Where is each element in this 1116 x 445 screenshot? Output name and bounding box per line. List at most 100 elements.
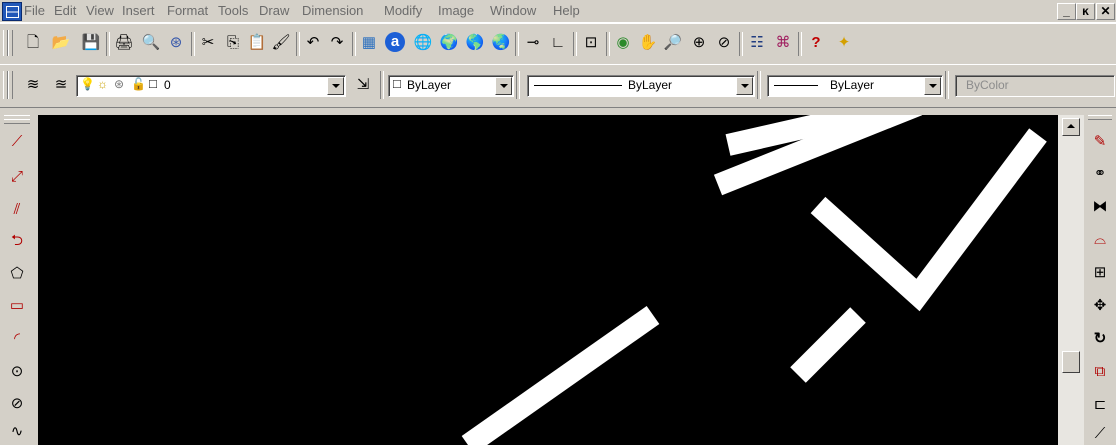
copy-icon[interactable]: ⎘ [222,32,244,54]
menu-draw[interactable]: Draw [259,3,289,19]
redo-icon[interactable]: ↷ [326,32,348,54]
layer-viewport-freeze-icon[interactable]: ⊛ [114,77,124,91]
lineweight-control-value: ByLayer [830,78,875,92]
layer-thaw-sun-icon[interactable]: ☼ [97,77,108,91]
arc-icon[interactable]: ◜ [7,329,27,349]
lineweight-control-dropdown[interactable]: ByLayer [767,75,943,97]
layer-on-bulb-icon[interactable]: 💡 [80,77,95,91]
wizard-icon[interactable]: ✦ [833,32,855,54]
new-file-icon[interactable]: 🗋 [22,32,44,54]
spline-icon[interactable]: ∿ [7,422,27,442]
scale-icon[interactable]: ⧉ [1090,362,1110,382]
zoom-previous-icon[interactable]: ⊘ [713,32,735,54]
undo-icon[interactable]: ↶ [302,32,324,54]
web-browse-icon[interactable]: 🌍 [438,32,460,54]
app-icon[interactable] [2,2,22,21]
toolbar-grip[interactable] [8,30,13,56]
lineweight-dropdown-arrow[interactable] [924,77,941,95]
print-preview-icon[interactable]: 🔍 [140,32,162,54]
polyline-icon[interactable]: ⮌ [7,231,27,251]
minimize-button[interactable]: _ [1057,3,1076,20]
menu-edit[interactable]: Edit [54,3,76,19]
help-icon[interactable]: ? [805,32,827,54]
color-dropdown-arrow[interactable] [495,77,512,95]
menu-window[interactable]: Window [490,3,536,19]
properties-toolbar: ≋ ≊ 💡 ☼ ⊛ 🔓 □ 0 ⇲ □ ByLayer ByLayer ByLa… [0,64,1116,108]
toolbar-separator [739,32,743,56]
toolbar-grip[interactable] [4,119,30,124]
menu-image[interactable]: Image [438,3,474,19]
layer-properties-icon[interactable]: ≋ [22,74,44,96]
rectangle-icon[interactable]: ▭ [7,296,27,316]
autodesk-point-a-icon[interactable]: a [385,32,405,52]
zoom-window-icon[interactable]: ⊕ [688,32,710,54]
restore-button[interactable]: ĸ [1076,3,1095,20]
rotate-icon[interactable]: ↻ [1090,329,1110,349]
line-icon[interactable]: ⟋ [7,132,27,152]
cut-icon[interactable]: ✂ [197,32,219,54]
lineweight-sample [774,85,818,86]
vertical-scrollbar[interactable] [1058,115,1084,445]
menu-insert[interactable]: Insert [122,3,155,19]
linetype-dropdown-arrow[interactable] [736,77,753,95]
3d-orbit-icon[interactable]: ◉ [612,32,634,54]
match-properties-icon[interactable]: 🖌 [270,32,292,54]
toolbar-separator [106,32,110,56]
design-center-icon[interactable]: ⌘ [772,32,794,54]
menu-view[interactable]: View [86,3,114,19]
object-snap-icon[interactable]: ⊸ [522,32,544,54]
layer-dropdown[interactable]: 💡 ☼ ⊛ 🔓 □ 0 [76,75,346,97]
layer-unlock-icon[interactable]: 🔓 [131,77,146,91]
layer-dropdown-arrow[interactable] [327,77,344,95]
properties-icon[interactable]: ☷ [746,32,768,54]
menu-format[interactable]: Format [167,3,208,19]
color-control-dropdown[interactable]: □ ByLayer [388,75,514,97]
menu-dimension[interactable]: Dimension [302,3,363,19]
revision-cloud-icon[interactable]: ⊘ [7,394,27,414]
make-object-layer-current-icon[interactable]: ≊ [50,74,72,96]
toolbar-separator [380,71,384,99]
publish-web-icon[interactable]: 🌎 [464,32,486,54]
close-button[interactable]: ✕ [1096,3,1115,20]
layer-name: 0 [164,78,171,92]
browse-web-icon[interactable]: 🌏 [490,32,512,54]
open-folder-icon[interactable]: 📂 [50,32,72,54]
menu-tools[interactable]: Tools [218,3,248,19]
zoom-realtime-icon[interactable]: 🔎 [662,32,684,54]
web-globe-icon[interactable]: 🌐 [412,32,434,54]
scroll-thumb[interactable] [1062,351,1080,373]
hyperlink-icon[interactable]: ▦ [358,32,380,54]
array-icon[interactable]: ⊞ [1090,263,1110,283]
layer-previous-icon[interactable]: ⇲ [352,74,374,96]
drawing-canvas[interactable] [38,115,1058,445]
mirror-icon[interactable]: ⧓ [1090,197,1110,217]
pan-realtime-icon[interactable]: ✋ [637,32,659,54]
menu-modify[interactable]: Modify [384,3,422,19]
save-icon[interactable]: 💾 [80,32,102,54]
construction-line-icon[interactable]: ⤢ [7,167,27,187]
erase-icon[interactable]: ✎ [1090,132,1110,152]
trim-icon[interactable]: ⟋ [1090,424,1110,444]
multiline-icon[interactable]: ⫽ [7,200,27,220]
toolbar-grip[interactable] [8,71,13,99]
move-icon[interactable]: ✥ [1090,296,1110,316]
plotstyle-control-dropdown: ByColor [955,75,1115,97]
spell-check-icon[interactable]: ⊛ [165,32,187,54]
copy-object-icon[interactable]: ⚭ [1090,164,1110,184]
named-views-icon[interactable]: ⊡ [580,32,602,54]
paste-icon[interactable]: 📋 [246,32,268,54]
ucs-icon[interactable]: ∟ [547,32,569,54]
scroll-up-button[interactable] [1062,118,1080,136]
toolbar-separator [516,71,520,99]
circle-icon[interactable]: ⊙ [7,362,27,382]
menu-help[interactable]: Help [553,3,580,19]
menu-file[interactable]: File [24,3,45,19]
stretch-icon[interactable]: ⊏ [1090,395,1110,415]
menu-bar: File Edit View Insert Format Tools Draw … [0,0,1116,23]
polygon-icon[interactable]: ⬠ [7,264,27,284]
linetype-control-dropdown[interactable]: ByLayer [527,75,755,97]
toolbar-separator [606,32,610,56]
toolbar-grip[interactable] [1088,115,1112,120]
print-icon[interactable]: 🖨 [113,32,135,54]
offset-icon[interactable]: ⌓ [1090,230,1110,250]
